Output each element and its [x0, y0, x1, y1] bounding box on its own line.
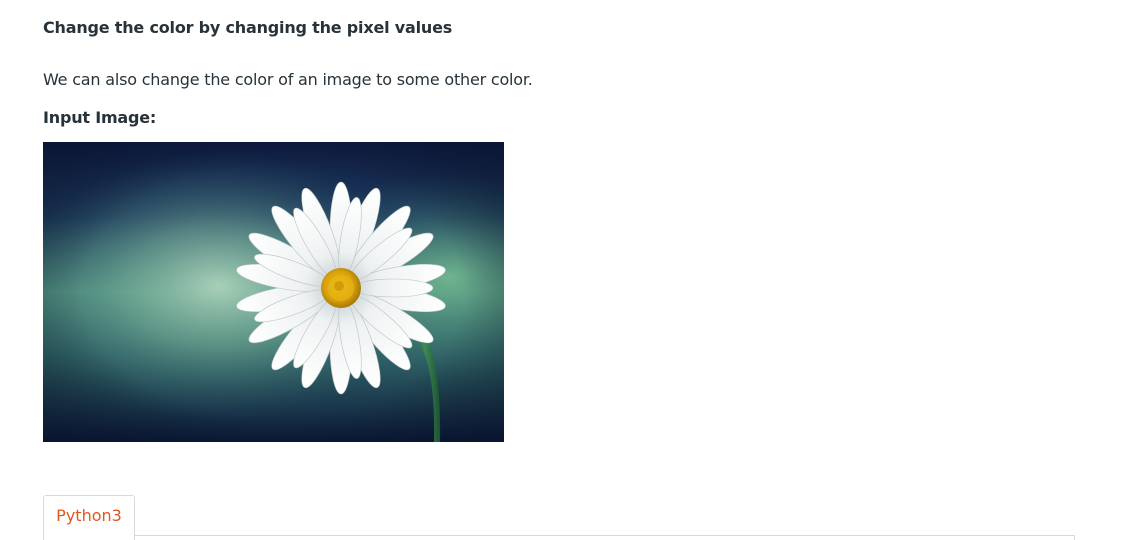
- tab-python3-label: Python3: [56, 506, 122, 525]
- section-heading: Change the color by changing the pixel v…: [43, 18, 453, 37]
- tab-python3[interactable]: Python3: [43, 495, 135, 540]
- tab-bar-divider: [43, 535, 1075, 536]
- description-paragraph: We can also change the color of an image…: [43, 70, 533, 89]
- code-panel-edge: [1074, 535, 1075, 540]
- input-image: [43, 142, 504, 442]
- input-image-label: Input Image:: [43, 108, 157, 127]
